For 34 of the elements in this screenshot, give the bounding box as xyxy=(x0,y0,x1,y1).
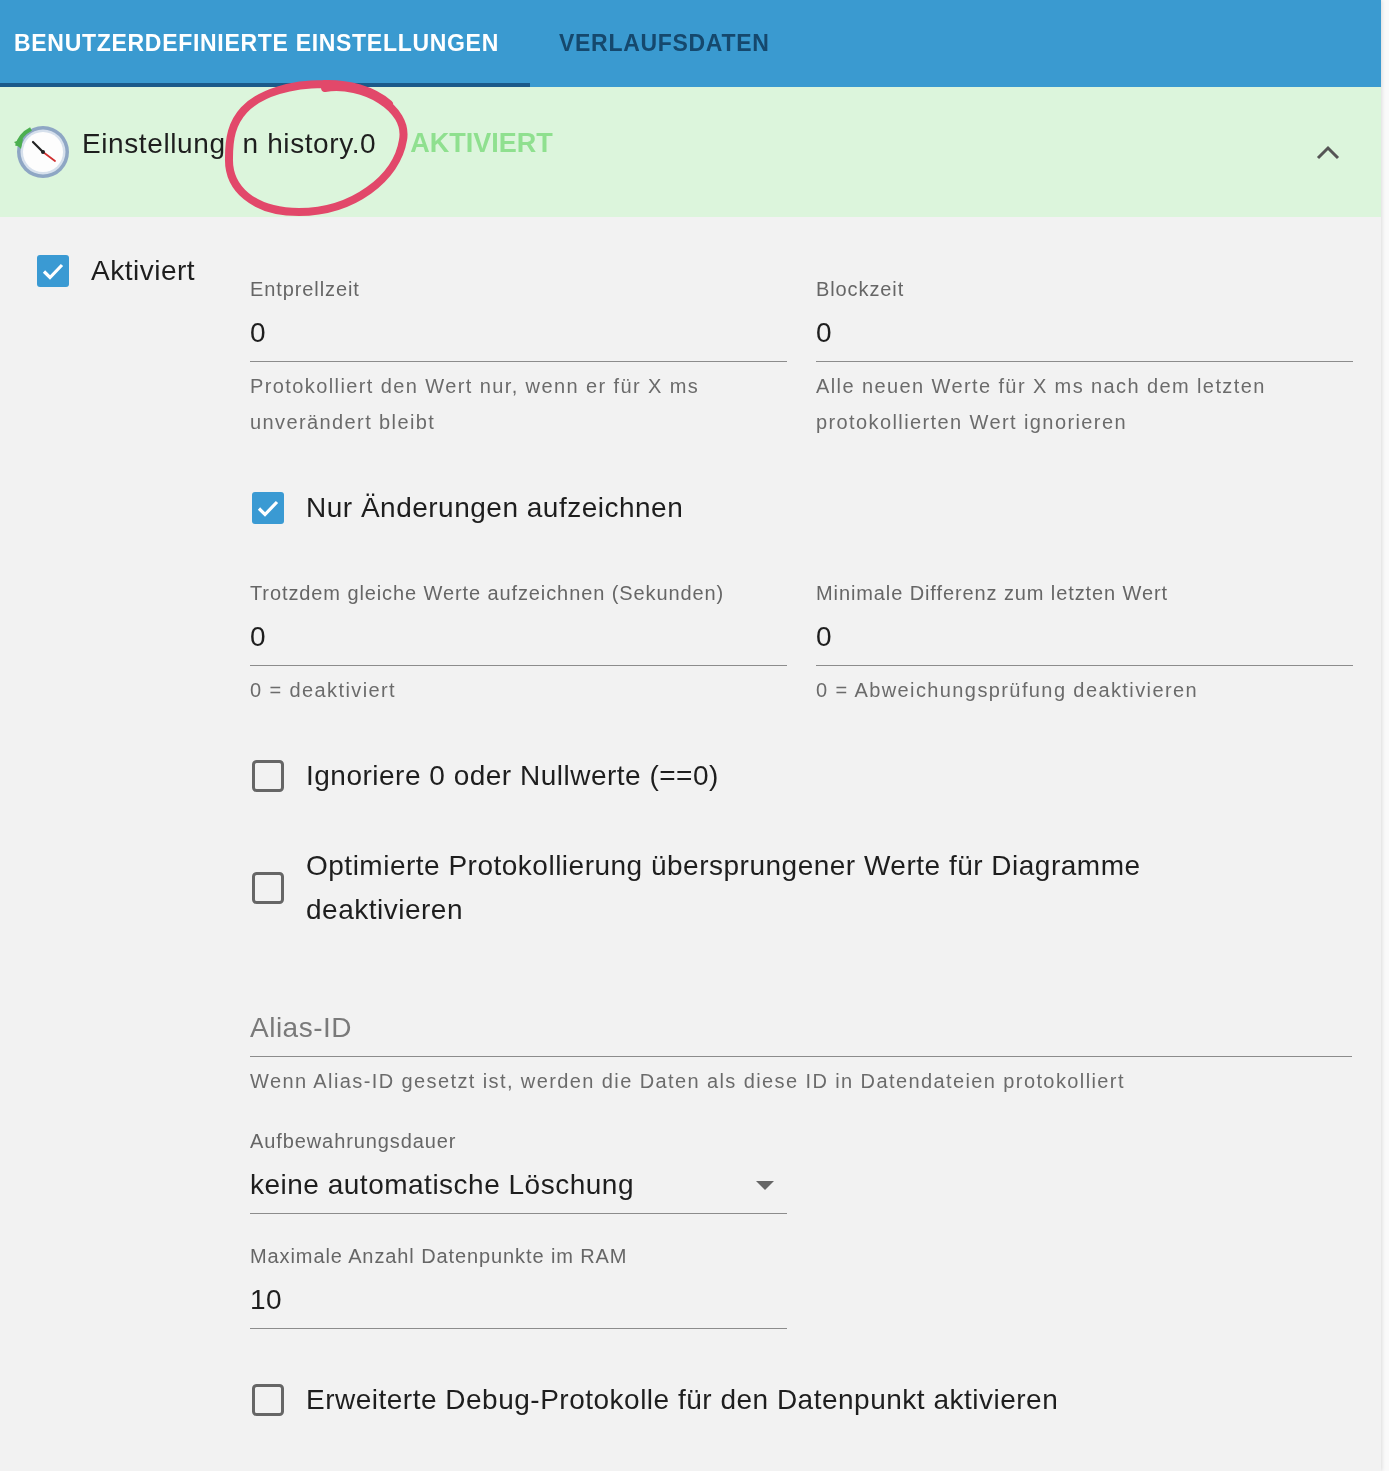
field-label: Blockzeit xyxy=(816,277,906,301)
dropdown[interactable]: keine automatische Löschung xyxy=(250,1165,787,1214)
panel-title: n history.0 xyxy=(242,128,377,160)
checkbox[interactable] xyxy=(252,492,284,524)
input-field[interactable]: 0 xyxy=(250,313,787,362)
input-field[interactable]: 0 xyxy=(816,313,1353,362)
field-label: Trotzdem gleiche Werte aufzeichnen (Sekunden) xyxy=(250,581,726,605)
caret-icon xyxy=(756,1180,774,1190)
checkbox-label: Nur Änderungen aufzeichnen xyxy=(306,491,684,525)
helper-text: Alle neuen Werte für X ms nach dem letzten protokollierten Wert ignorieren xyxy=(816,374,1267,435)
input-field[interactable]: 0 xyxy=(250,617,787,666)
checkbox[interactable] xyxy=(37,254,69,287)
input-field[interactable]: Alias-ID xyxy=(250,1008,1352,1057)
panel-title: Einstellung xyxy=(82,128,226,160)
field-label: Entprellzeit xyxy=(250,277,361,301)
input-field[interactable]: 10 xyxy=(250,1280,787,1329)
checkbox-label: Erweiterte Debug-Protokolle für den Datenpunkt aktivieren xyxy=(306,1383,1059,1417)
input-field[interactable]: 0 xyxy=(816,617,1353,666)
checkbox[interactable] xyxy=(252,872,284,904)
helper-text: 0 = deaktiviert xyxy=(250,678,398,703)
clock-icon xyxy=(14,124,70,180)
helper-text: 0 = Abweichungsprüfung deaktivieren xyxy=(816,678,1199,703)
field-label: Minimale Differenz zum letzten Wert xyxy=(816,581,1169,605)
checkbox-label: Optimierte Protokollierung übersprungener Werte für Diagramme deaktivieren xyxy=(306,849,1142,927)
checkbox-label: Aktiviert xyxy=(91,254,196,287)
field-label: Aufbewahrungsdauer xyxy=(250,1129,458,1153)
checkbox-label: Ignoriere 0 oder Nullwerte (==0) xyxy=(306,759,719,793)
helper-text: Protokolliert den Wert nur, wenn er für X ms unverändert bleibt xyxy=(250,374,701,435)
checkbox[interactable] xyxy=(252,760,284,792)
field-label: Maximale Anzahl Datenpunkte im RAM xyxy=(250,1244,629,1268)
chevron-up-icon[interactable] xyxy=(1316,144,1340,160)
status-label: AKTIVIERT xyxy=(410,127,553,159)
helper-text: Wenn Alias-ID gesetzt ist, werden die Daten als diese ID in Datendateien protokolliert xyxy=(250,1069,1126,1094)
checkbox[interactable] xyxy=(252,1384,284,1416)
